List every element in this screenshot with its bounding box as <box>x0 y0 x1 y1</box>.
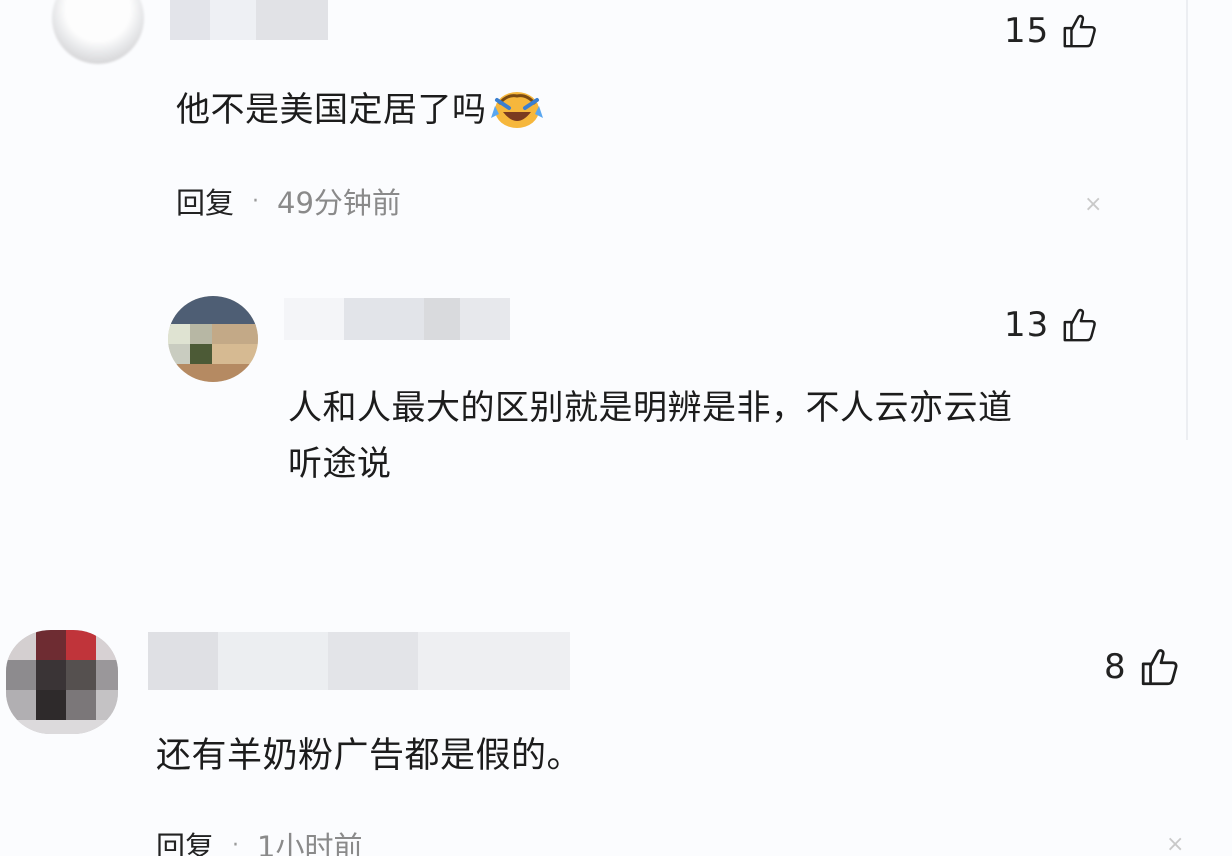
reply-button[interactable]: 回复 <box>156 824 214 856</box>
thumbs-up-icon[interactable] <box>1061 306 1099 344</box>
like-control[interactable]: 15 <box>1004 12 1099 50</box>
username-blurred[interactable] <box>148 632 570 690</box>
scroll-divider <box>1186 0 1188 440</box>
timestamp: 49分钟前 <box>277 186 401 220</box>
avatar[interactable] <box>52 0 144 64</box>
close-icon[interactable]: × <box>1166 832 1184 856</box>
separator-dot: · <box>252 188 260 214</box>
comment-feed: 15 他不是美国定居了吗 回复 · 49分钟前 × 13 人和人最大的区别就是明… <box>0 0 1232 856</box>
username-blurred[interactable] <box>284 298 510 340</box>
comment-text: 他不是美国定居了吗 <box>176 82 543 138</box>
avatar[interactable] <box>6 630 118 734</box>
separator-dot: · <box>232 832 240 856</box>
comment-body: 还有羊奶粉广告都是假的。 <box>156 736 583 776</box>
thumbs-up-icon[interactable] <box>1139 646 1181 688</box>
timestamp: 1小时前 <box>257 830 363 856</box>
reply-text-line: 人和人最大的区别就是明辨是非，不人云亦云道 <box>288 388 1013 428</box>
like-count: 8 <box>1104 647 1127 687</box>
comment-text: 还有羊奶粉广告都是假的。 <box>156 728 582 784</box>
reply-text: 人和人最大的区别就是明辨是非，不人云亦云道 听途说 <box>288 380 1148 492</box>
laughing-crying-emoji-icon <box>490 91 543 128</box>
like-control[interactable]: 13 <box>1004 306 1099 344</box>
comment-meta: 回复 · 1小时前 <box>156 824 362 856</box>
comment-meta: 回复 · 49分钟前 <box>176 180 401 222</box>
thumbs-up-icon[interactable] <box>1061 12 1099 50</box>
like-count: 13 <box>1004 305 1050 345</box>
reply-text-line: 听途说 <box>288 444 392 484</box>
avatar[interactable] <box>168 296 258 382</box>
reply-button[interactable]: 回复 <box>176 180 234 222</box>
username-blurred[interactable] <box>170 0 328 40</box>
comment-body: 他不是美国定居了吗 <box>176 90 487 130</box>
like-count: 15 <box>1004 11 1050 51</box>
close-icon[interactable]: × <box>1084 192 1102 217</box>
like-control[interactable]: 8 <box>1104 646 1181 688</box>
